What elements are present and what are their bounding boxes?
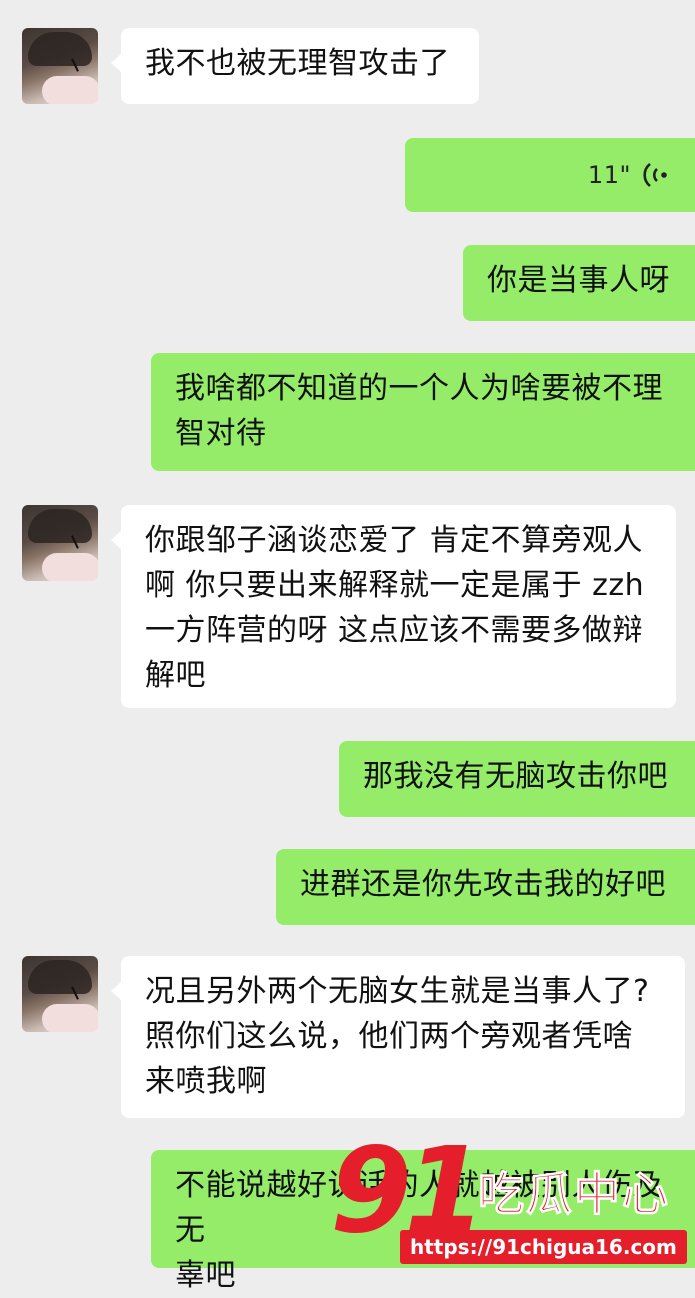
message-outgoing[interactable]: 进群还是你先攻击我的好吧: [276, 849, 695, 925]
message-line: 一方阵营的呀 这点应该不需要多做辩: [145, 613, 644, 648]
contact-avatar[interactable]: [22, 28, 98, 104]
message-outgoing[interactable]: 你是当事人呀: [463, 245, 695, 321]
message-line: 我啥都不知道的一个人为啥要被不理: [175, 371, 663, 406]
message-line: 解吧: [145, 658, 206, 693]
message-line: 你跟邹子涵谈恋爱了 肯定不算旁观人: [145, 523, 644, 558]
message-incoming[interactable]: 我不也被无理智攻击了: [111, 28, 479, 104]
watermark-url: https://91chigua16.com: [400, 1230, 687, 1264]
message-text: 进群还是你先攻击我的好吧: [300, 867, 666, 902]
message-outgoing[interactable]: 那我没有无脑攻击你吧: [339, 741, 695, 817]
watermark-brand-text: 吃瓜中心: [478, 1167, 670, 1222]
message-line: 来喷我啊: [145, 1064, 267, 1099]
voice-wave-icon: [643, 162, 667, 188]
watermark-logo: 91 吃瓜中心 https://91chigua16.com: [330, 1130, 687, 1280]
message-incoming[interactable]: 你跟邹子涵谈恋爱了 肯定不算旁观人 啊 你只要出来解释就一定是属于 zzh 一方…: [111, 505, 676, 708]
message-text: 你是当事人呀: [487, 263, 670, 298]
message-text: 我不也被无理智攻击了: [145, 46, 450, 81]
message-line: 况且另外两个无脑女生就是当事人了?: [145, 974, 650, 1009]
message-line: 啊 你只要出来解释就一定是属于 zzh: [145, 568, 645, 603]
message-incoming[interactable]: 况且另外两个无脑女生就是当事人了? 照你们这么说，他们两个旁观者凭啥 来喷我啊: [111, 956, 685, 1118]
message-line: 智对待: [175, 416, 267, 451]
contact-avatar[interactable]: [22, 505, 98, 581]
contact-avatar[interactable]: [22, 956, 98, 1032]
message-line: 照你们这么说，他们两个旁观者凭啥: [145, 1019, 633, 1054]
message-outgoing[interactable]: 我啥都不知道的一个人为啥要被不理 智对待: [151, 353, 695, 471]
message-text: 那我没有无脑攻击你吧: [363, 759, 668, 794]
voice-message[interactable]: 11": [405, 138, 695, 212]
voice-duration: 11": [587, 160, 631, 189]
